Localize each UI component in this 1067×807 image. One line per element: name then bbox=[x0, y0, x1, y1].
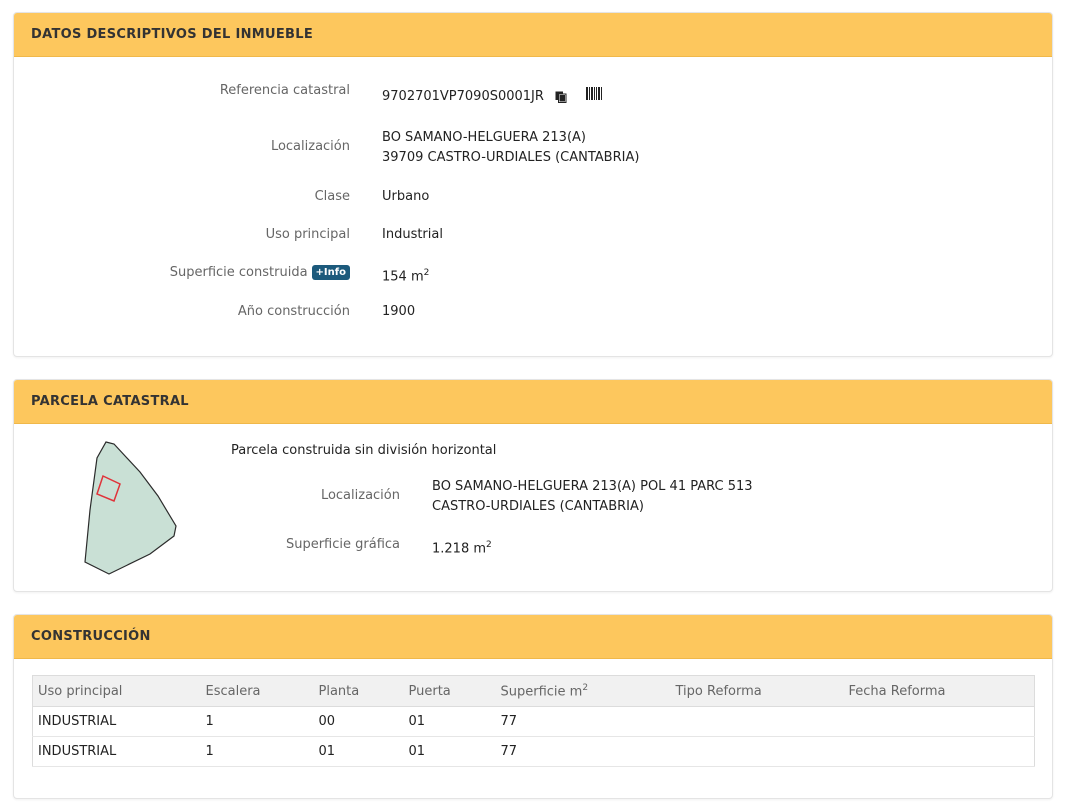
cell-fecha-reforma bbox=[843, 736, 1035, 767]
parcela-localizacion-line2: CASTRO-URDIALES (CANTABRIA) bbox=[432, 499, 644, 514]
anio-value: 1900 bbox=[382, 304, 416, 319]
ref-label: Referencia catastral bbox=[219, 83, 350, 98]
clase-label: Clase bbox=[314, 189, 350, 204]
col-planta: Planta bbox=[313, 675, 404, 707]
panel-header: PARCELA CATASTRAL bbox=[14, 380, 1052, 424]
cell-uso: INDUSTRIAL bbox=[32, 736, 201, 767]
cell-puerta: 01 bbox=[403, 706, 496, 737]
col-fecha-reforma: Fecha Reforma bbox=[843, 675, 1035, 707]
info-button[interactable]: +Info bbox=[311, 265, 350, 280]
col-tipo-reforma: Tipo Reforma bbox=[670, 675, 844, 707]
parcela-localizacion-line1: BO SAMANO-HELGUERA 213(A) POL 41 PARC 51… bbox=[432, 479, 753, 494]
table-row: INDUSTRIAL 1 01 01 77 bbox=[32, 736, 1035, 767]
construccion-panel: CONSTRUCCIÓN Uso principal Escalera Plan… bbox=[13, 614, 1053, 799]
clase-value: Urbano bbox=[382, 189, 430, 204]
table-row: INDUSTRIAL 1 00 01 77 bbox=[32, 706, 1035, 737]
cell-escalera: 1 bbox=[200, 706, 314, 737]
datos-descriptivos-panel: DATOS DESCRIPTIVOS DEL INMUEBLE Referenc… bbox=[13, 12, 1053, 357]
parcela-tipo: Parcela construida sin división horizont… bbox=[231, 443, 497, 458]
localizacion-label: Localización bbox=[270, 139, 350, 154]
col-escalera: Escalera bbox=[200, 675, 314, 707]
cell-superficie: 77 bbox=[495, 706, 671, 737]
parcela-superficie-label: Superficie gráfica bbox=[285, 537, 400, 552]
panel-header: DATOS DESCRIPTIVOS DEL INMUEBLE bbox=[14, 13, 1052, 57]
ref-value: 9702701VP7090S0001JR bbox=[382, 89, 544, 104]
cell-planta: 00 bbox=[313, 706, 404, 737]
cell-escalera: 1 bbox=[200, 736, 314, 767]
superficie-label-row: Superficie construida +Info bbox=[124, 265, 350, 280]
panel-title: CONSTRUCCIÓN bbox=[31, 629, 151, 644]
barcode-icon[interactable] bbox=[586, 87, 602, 100]
parcela-localizacion-value: BO SAMANO-HELGUERA 213(A) POL 41 PARC 51… bbox=[432, 477, 753, 517]
parcela-catastral-panel: PARCELA CATASTRAL Parcela construida sin… bbox=[13, 379, 1053, 592]
cell-puerta: 01 bbox=[403, 736, 496, 767]
parcel-map[interactable] bbox=[80, 438, 184, 576]
panel-title: PARCELA CATASTRAL bbox=[31, 394, 189, 409]
cell-uso: INDUSTRIAL bbox=[32, 706, 201, 737]
parcela-localizacion-label: Localización bbox=[320, 488, 400, 503]
panel-title: DATOS DESCRIPTIVOS DEL INMUEBLE bbox=[31, 27, 314, 42]
table-header-row: Uso principal Escalera Planta Puerta Sup… bbox=[32, 675, 1035, 707]
panel-header: CONSTRUCCIÓN bbox=[14, 615, 1052, 659]
anio-label: Año construcción bbox=[237, 304, 350, 319]
cell-tipo-reforma bbox=[670, 706, 844, 737]
col-uso-principal: Uso principal bbox=[32, 675, 201, 707]
col-puerta: Puerta bbox=[403, 675, 496, 707]
uso-value: Industrial bbox=[382, 227, 443, 242]
localizacion-line2: 39709 CASTRO-URDIALES (CANTABRIA) bbox=[382, 150, 640, 165]
copy-icon[interactable] bbox=[555, 91, 567, 103]
cell-superficie: 77 bbox=[495, 736, 671, 767]
parcela-superficie-value: 1.218 m2 bbox=[432, 540, 492, 557]
superficie-value: 154 m2 bbox=[382, 268, 430, 285]
cell-planta: 01 bbox=[313, 736, 404, 767]
col-superficie: Superficie m2 bbox=[495, 675, 671, 707]
uso-label: Uso principal bbox=[265, 227, 350, 242]
construccion-table: Uso principal Escalera Planta Puerta Sup… bbox=[32, 675, 1035, 767]
localizacion-value: BO SAMANO-HELGUERA 213(A) 39709 CASTRO-U… bbox=[382, 128, 639, 168]
cell-tipo-reforma bbox=[670, 736, 844, 767]
superficie-label: Superficie construida bbox=[169, 265, 308, 280]
cell-fecha-reforma bbox=[843, 706, 1035, 737]
localizacion-line1: BO SAMANO-HELGUERA 213(A) bbox=[382, 130, 586, 145]
